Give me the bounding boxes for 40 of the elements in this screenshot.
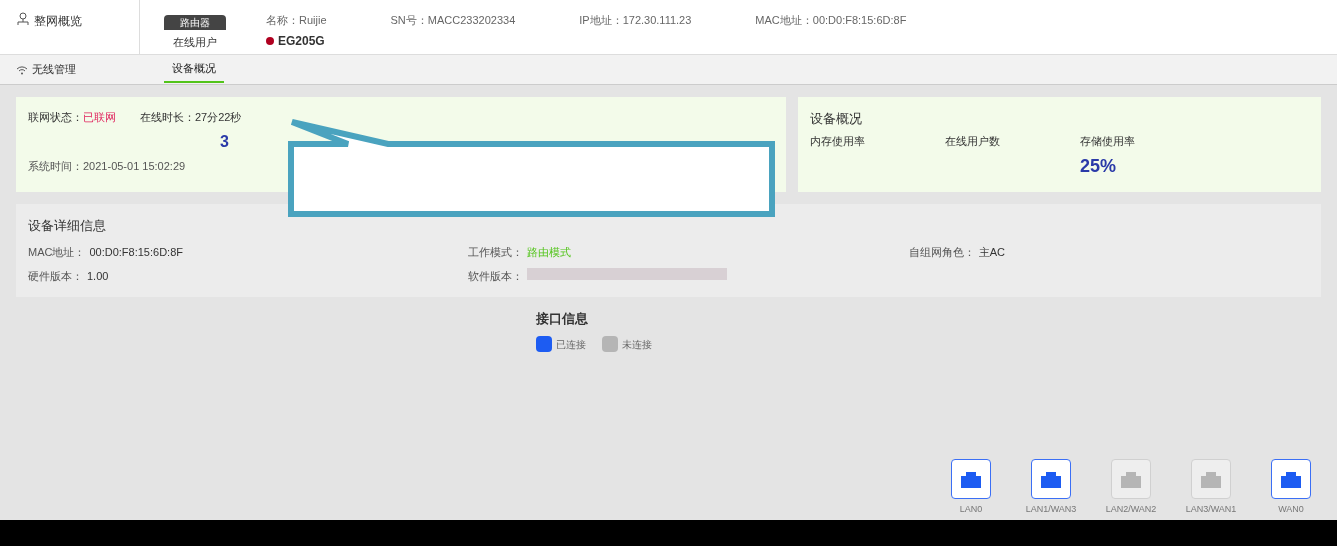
- port-label: LAN2/WAN2: [1105, 502, 1157, 516]
- metric-label: 在线用户数: [945, 133, 1000, 149]
- field-value: 主AC: [978, 244, 1005, 260]
- field-value: 00:D0:F8:15:6D:8F: [89, 244, 183, 260]
- field-label: 自组网角色：: [908, 244, 975, 260]
- metric-value: 25%: [1080, 155, 1118, 178]
- system-time-text: 系统时间：2021-05-01 15:02:29: [28, 158, 187, 174]
- field-label: MAC地址：: [28, 244, 86, 260]
- field-value: 1.00: [87, 269, 109, 284]
- legend-label: 已连接: [556, 337, 586, 352]
- field-value: 路由模式: [527, 244, 572, 260]
- port-label: LAN1/WAN3: [1025, 502, 1077, 516]
- field-label: 软件版本：: [468, 269, 524, 284]
- router-badge: 路由器: [164, 14, 226, 30]
- legend-label: 未连接: [622, 337, 652, 352]
- network-icon: [16, 12, 30, 26]
- metric-label: 内存使用率: [810, 133, 865, 149]
- device-model: EG205G: [278, 33, 325, 50]
- field-label: 工作模式：: [468, 244, 524, 260]
- field-label: 硬件版本：: [28, 269, 83, 284]
- wifi-icon: [16, 64, 28, 75]
- uptime-text: 在线时长：27分22秒: [140, 110, 242, 125]
- metric-label: 存储使用率: [1080, 133, 1135, 149]
- sidebar-menu-item[interactable]: 无线管理: [32, 61, 76, 78]
- device-info-text: IP地址：172.30.111.23: [579, 12, 692, 28]
- section-title: 设备详细信息: [28, 217, 107, 235]
- section-title: 接口信息: [536, 309, 589, 328]
- user-count: 3: [219, 131, 230, 152]
- network-status-label: 联网状态：: [28, 110, 83, 125]
- port-label: LAN3/WAN1: [1185, 502, 1237, 516]
- device-info-text: MAC地址：00:D0:F8:15:6D:8F: [755, 12, 907, 28]
- section-title: 设备概况: [810, 110, 863, 128]
- port-label: LAN0: [959, 502, 983, 516]
- port-label: WAN0: [1278, 502, 1304, 516]
- device-info-text: 名称：Ruijie: [266, 12, 327, 28]
- device-info-text: SN号：MACC233202334: [390, 12, 516, 28]
- tab[interactable]: 设备概况: [164, 56, 224, 83]
- network-status-value: 已联网: [83, 110, 116, 125]
- sidebar-title[interactable]: 整网概览: [34, 12, 82, 30]
- online-users-label[interactable]: 在线用户: [173, 33, 217, 50]
